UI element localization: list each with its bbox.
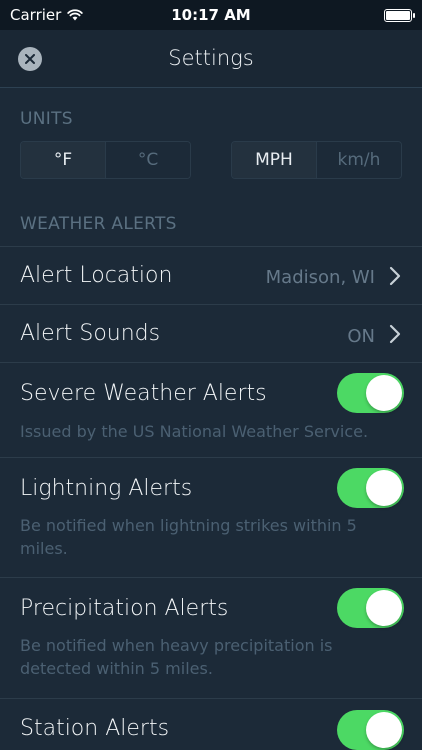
wifi-icon <box>67 9 84 21</box>
alert-location-row[interactable]: Alert Location Madison, WI <box>0 246 422 304</box>
status-bar: Carrier 10:17 AM <box>0 0 422 30</box>
severe-weather-alerts-row: Severe Weather Alerts Issued by the US N… <box>0 362 422 457</box>
alert-location-value: Madison, WI <box>265 267 375 288</box>
lightning-alerts-label: Lightning Alerts <box>20 476 193 501</box>
speed-option-mph[interactable]: MPH <box>232 142 316 178</box>
temperature-option-celsius[interactable]: °C <box>105 142 190 178</box>
speed-option-kmh[interactable]: km/h <box>316 142 401 178</box>
speed-segmented-control: MPH km/h <box>231 141 402 179</box>
status-left: Carrier <box>10 6 84 24</box>
precipitation-alerts-label: Precipitation Alerts <box>20 596 229 621</box>
lightning-alerts-toggle[interactable] <box>337 468 404 508</box>
severe-weather-alerts-description: Issued by the US National Weather Servic… <box>20 422 369 441</box>
chevron-right-icon <box>389 324 401 344</box>
nav-bar: Settings <box>0 30 422 88</box>
station-alerts-row: Station Alerts <box>0 698 422 750</box>
carrier-label: Carrier <box>10 6 62 24</box>
temperature-segmented-control: °F °C <box>20 141 191 179</box>
toggle-knob <box>366 712 402 748</box>
alert-location-label: Alert Location <box>20 263 173 288</box>
alert-sounds-row[interactable]: Alert Sounds ON <box>0 304 422 362</box>
precipitation-alerts-description: Be notified when heavy precipitation is … <box>20 636 333 678</box>
toggle-knob <box>366 470 402 506</box>
toggle-knob <box>366 590 402 626</box>
alert-sounds-label: Alert Sounds <box>20 321 161 346</box>
station-alerts-label: Station Alerts <box>20 716 170 741</box>
chevron-right-icon <box>389 266 401 286</box>
battery-icon <box>384 8 415 22</box>
units-section-header: UNITS <box>20 109 73 129</box>
station-alerts-toggle[interactable] <box>337 710 404 750</box>
severe-weather-alerts-toggle[interactable] <box>337 373 404 413</box>
page-title: Settings <box>168 46 254 70</box>
toggle-knob <box>366 375 402 411</box>
weather-alerts-section-header: WEATHER ALERTS <box>20 214 177 234</box>
lightning-alerts-description: Be notified when lightning strikes withi… <box>20 516 357 558</box>
battery-fill <box>386 10 410 20</box>
severe-weather-alerts-label: Severe Weather Alerts <box>20 381 267 406</box>
alert-sounds-value: ON <box>347 326 375 347</box>
temperature-option-fahrenheit[interactable]: °F <box>21 142 105 178</box>
precipitation-alerts-row: Precipitation Alerts Be notified when he… <box>0 577 422 698</box>
precipitation-alerts-toggle[interactable] <box>337 588 404 628</box>
lightning-alerts-row: Lightning Alerts Be notified when lightn… <box>0 457 422 577</box>
